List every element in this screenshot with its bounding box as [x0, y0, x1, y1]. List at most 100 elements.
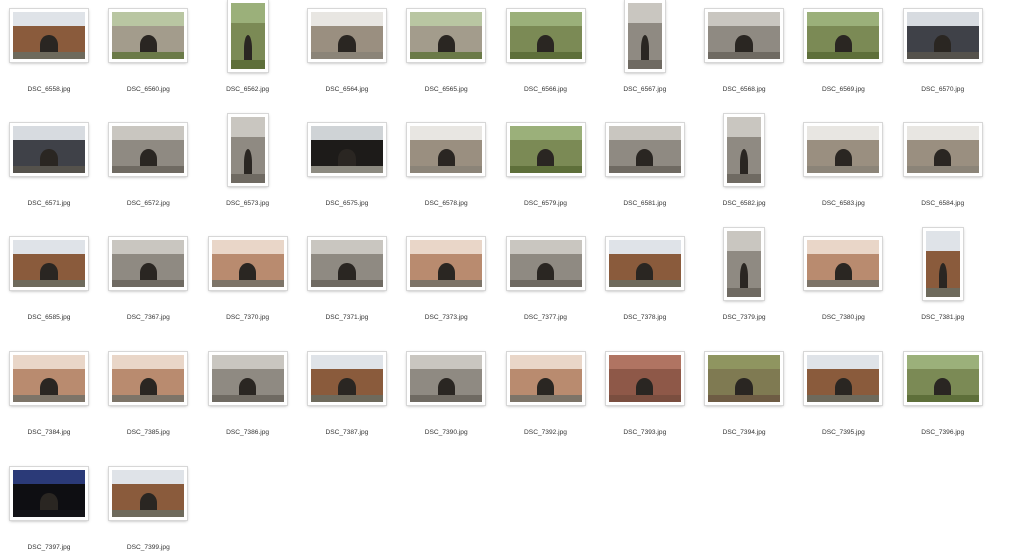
file-thumbnail[interactable]	[605, 237, 684, 290]
file-name-label: DSC_6584.jpg	[921, 200, 965, 207]
photo-preview	[310, 355, 383, 402]
file-name-label: DSC_7377.jpg	[524, 314, 567, 321]
file-thumbnail[interactable]	[506, 237, 585, 290]
photo-preview	[310, 126, 383, 173]
photo-preview	[708, 355, 781, 402]
photo-preview	[608, 126, 681, 173]
file-thumbnail[interactable]	[804, 237, 883, 290]
file-name-label: DSC_7396.jpg	[921, 429, 965, 436]
file-name-label: DSC_6572.jpg	[126, 200, 170, 207]
file-thumbnail[interactable]	[10, 352, 88, 405]
file-name-label: DSC_7392.jpg	[524, 429, 567, 436]
photo-preview	[13, 355, 85, 402]
file-name-label: DSC_6562.jpg	[226, 86, 270, 93]
photo-preview	[211, 355, 284, 402]
photo-preview	[727, 117, 762, 183]
photo-preview	[13, 126, 85, 173]
file-thumbnail[interactable]	[307, 123, 386, 176]
file-thumbnail[interactable]	[903, 9, 982, 62]
file-thumbnail[interactable]	[705, 9, 784, 62]
file-thumbnail[interactable]	[705, 352, 784, 405]
file-thumbnail[interactable]	[903, 123, 982, 176]
file-name-label: DSC_6581.jpg	[623, 200, 667, 207]
file-thumbnail[interactable]	[605, 123, 684, 176]
file-thumbnail[interactable]	[227, 0, 268, 72]
file-thumbnail[interactable]	[10, 123, 88, 176]
file-thumbnail[interactable]	[506, 9, 585, 62]
file-name-label: DSC_7371.jpg	[325, 314, 369, 321]
file-name-label: DSC_6575.jpg	[325, 200, 369, 207]
file-thumbnail[interactable]	[109, 352, 188, 405]
photo-preview	[112, 126, 185, 173]
photo-preview	[211, 240, 284, 287]
file-name-label: DSC_7381.jpg	[921, 314, 965, 321]
file-thumbnail[interactable]	[804, 123, 883, 176]
photo-preview	[13, 470, 85, 517]
file-name-label: DSC_6573.jpg	[226, 200, 270, 207]
file-thumbnail[interactable]	[307, 9, 386, 62]
photo-preview	[509, 240, 582, 287]
file-name-label: DSC_7379.jpg	[722, 314, 766, 321]
file-thumbnail[interactable]	[605, 352, 684, 405]
file-name-label: DSC_6568.jpg	[722, 86, 766, 93]
photo-preview	[230, 3, 265, 69]
file-name-label: DSC_7394.jpg	[722, 429, 766, 436]
file-thumbnail[interactable]	[109, 467, 188, 520]
file-name-label: DSC_7387.jpg	[325, 429, 369, 436]
file-thumbnail[interactable]	[407, 352, 486, 405]
file-thumbnail[interactable]	[407, 237, 486, 290]
file-thumbnail[interactable]	[506, 123, 585, 176]
file-name-label: DSC_6569.jpg	[821, 86, 865, 93]
file-name-label: DSC_6583.jpg	[821, 200, 865, 207]
photo-preview	[410, 355, 483, 402]
file-thumbnail[interactable]	[307, 237, 386, 290]
file-thumbnail[interactable]	[804, 9, 883, 62]
file-thumbnail[interactable]	[922, 228, 963, 300]
photo-preview	[906, 355, 979, 402]
file-name-label: DSC_6585.jpg	[27, 314, 71, 321]
file-thumbnail[interactable]	[109, 123, 188, 176]
photo-preview	[708, 12, 781, 59]
file-thumbnail[interactable]	[109, 237, 188, 290]
photo-preview	[627, 3, 662, 69]
file-thumbnail[interactable]	[804, 352, 883, 405]
file-name-label: DSC_7386.jpg	[226, 429, 270, 436]
photo-preview	[410, 240, 483, 287]
photo-preview	[807, 355, 880, 402]
file-thumbnail[interactable]	[407, 123, 486, 176]
photo-preview	[13, 240, 85, 287]
photo-preview	[925, 231, 960, 297]
file-name-label: DSC_6570.jpg	[921, 86, 965, 93]
file-thumbnail[interactable]	[506, 352, 585, 405]
file-thumbnail[interactable]	[903, 352, 982, 405]
file-name-label: DSC_6565.jpg	[424, 86, 468, 93]
file-name-label: DSC_6578.jpg	[424, 200, 468, 207]
file-thumbnail[interactable]	[10, 467, 88, 520]
file-name-label: DSC_7367.jpg	[126, 314, 170, 321]
photo-preview	[906, 126, 979, 173]
file-thumbnail[interactable]	[109, 9, 188, 62]
photo-preview	[310, 12, 383, 59]
file-thumbnail[interactable]	[227, 114, 268, 186]
file-thumbnail[interactable]	[208, 237, 287, 290]
file-thumbnail[interactable]	[624, 0, 665, 72]
photo-preview	[509, 126, 582, 173]
photo-preview	[509, 12, 582, 59]
file-name-label: DSC_6558.jpg	[27, 86, 71, 93]
photo-preview	[112, 12, 185, 59]
photo-preview	[509, 355, 582, 402]
file-thumbnail[interactable]	[10, 237, 88, 290]
file-thumbnail[interactable]	[10, 9, 88, 62]
file-thumbnail[interactable]	[407, 9, 486, 62]
file-name-label: DSC_7390.jpg	[424, 429, 468, 436]
file-name-label: DSC_6564.jpg	[325, 86, 369, 93]
file-thumbnail[interactable]	[724, 114, 765, 186]
file-thumbnail[interactable]	[208, 352, 287, 405]
file-name-label: DSC_7370.jpg	[226, 314, 270, 321]
file-thumbnail[interactable]	[724, 228, 765, 300]
photo-preview	[310, 240, 383, 287]
file-thumbnail[interactable]	[307, 352, 386, 405]
file-name-label: DSC_7393.jpg	[623, 429, 667, 436]
file-name-label: DSC_6571.jpg	[27, 200, 71, 207]
photo-preview	[410, 12, 483, 59]
